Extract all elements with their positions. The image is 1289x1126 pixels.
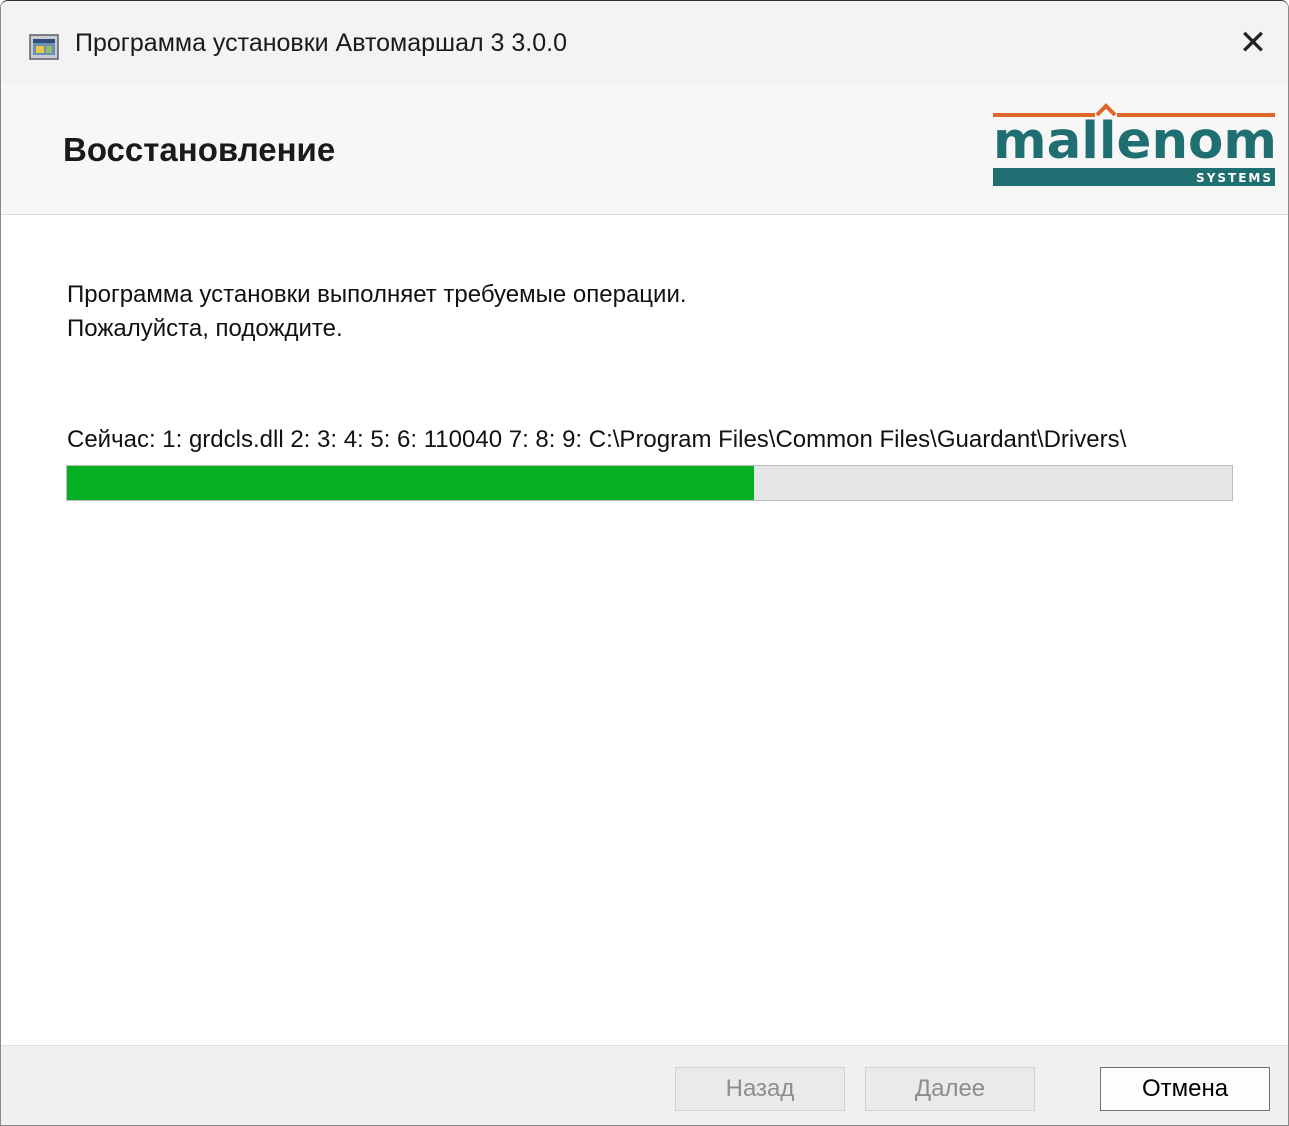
button-bar: Назад Далее Отмена	[1, 1045, 1288, 1125]
back-button[interactable]: Назад	[675, 1067, 845, 1111]
next-button[interactable]: Далее	[865, 1067, 1035, 1111]
description: Программа установки выполняет требуемые …	[67, 278, 687, 346]
progress-bar	[66, 465, 1233, 501]
page-title: Восстановление	[63, 131, 336, 168]
page-header: Восстановление mallenom SYSTEMS	[1, 85, 1288, 215]
progress-bar-fill	[67, 466, 755, 500]
title-bar[interactable]: Программа установки Автомаршал 3 3.0.0 ✕	[1, 1, 1288, 85]
logo-wordmark: mallenom	[993, 112, 1277, 171]
close-button[interactable]: ✕	[1218, 1, 1288, 85]
logo-tagline: SYSTEMS	[1196, 171, 1273, 185]
installer-window: Программа установки Автомаршал 3 3.0.0 ✕…	[0, 0, 1289, 1126]
content-area: Программа установки выполняет требуемые …	[1, 215, 1288, 1045]
description-line-1: Программа установки выполняет требуемые …	[67, 281, 687, 308]
close-icon: ✕	[1238, 24, 1268, 62]
description-line-2: Пожалуйста, подождите.	[67, 315, 343, 342]
cancel-button[interactable]: Отмена	[1100, 1067, 1270, 1111]
mallenom-logo: mallenom SYSTEMS	[993, 103, 1277, 186]
status-text: Сейчас: 1: grdcls.dll 2: 3: 4: 5: 6: 110…	[67, 426, 1127, 453]
installer-app-icon	[29, 34, 59, 60]
window-title: Программа установки Автомаршал 3 3.0.0	[75, 29, 567, 57]
